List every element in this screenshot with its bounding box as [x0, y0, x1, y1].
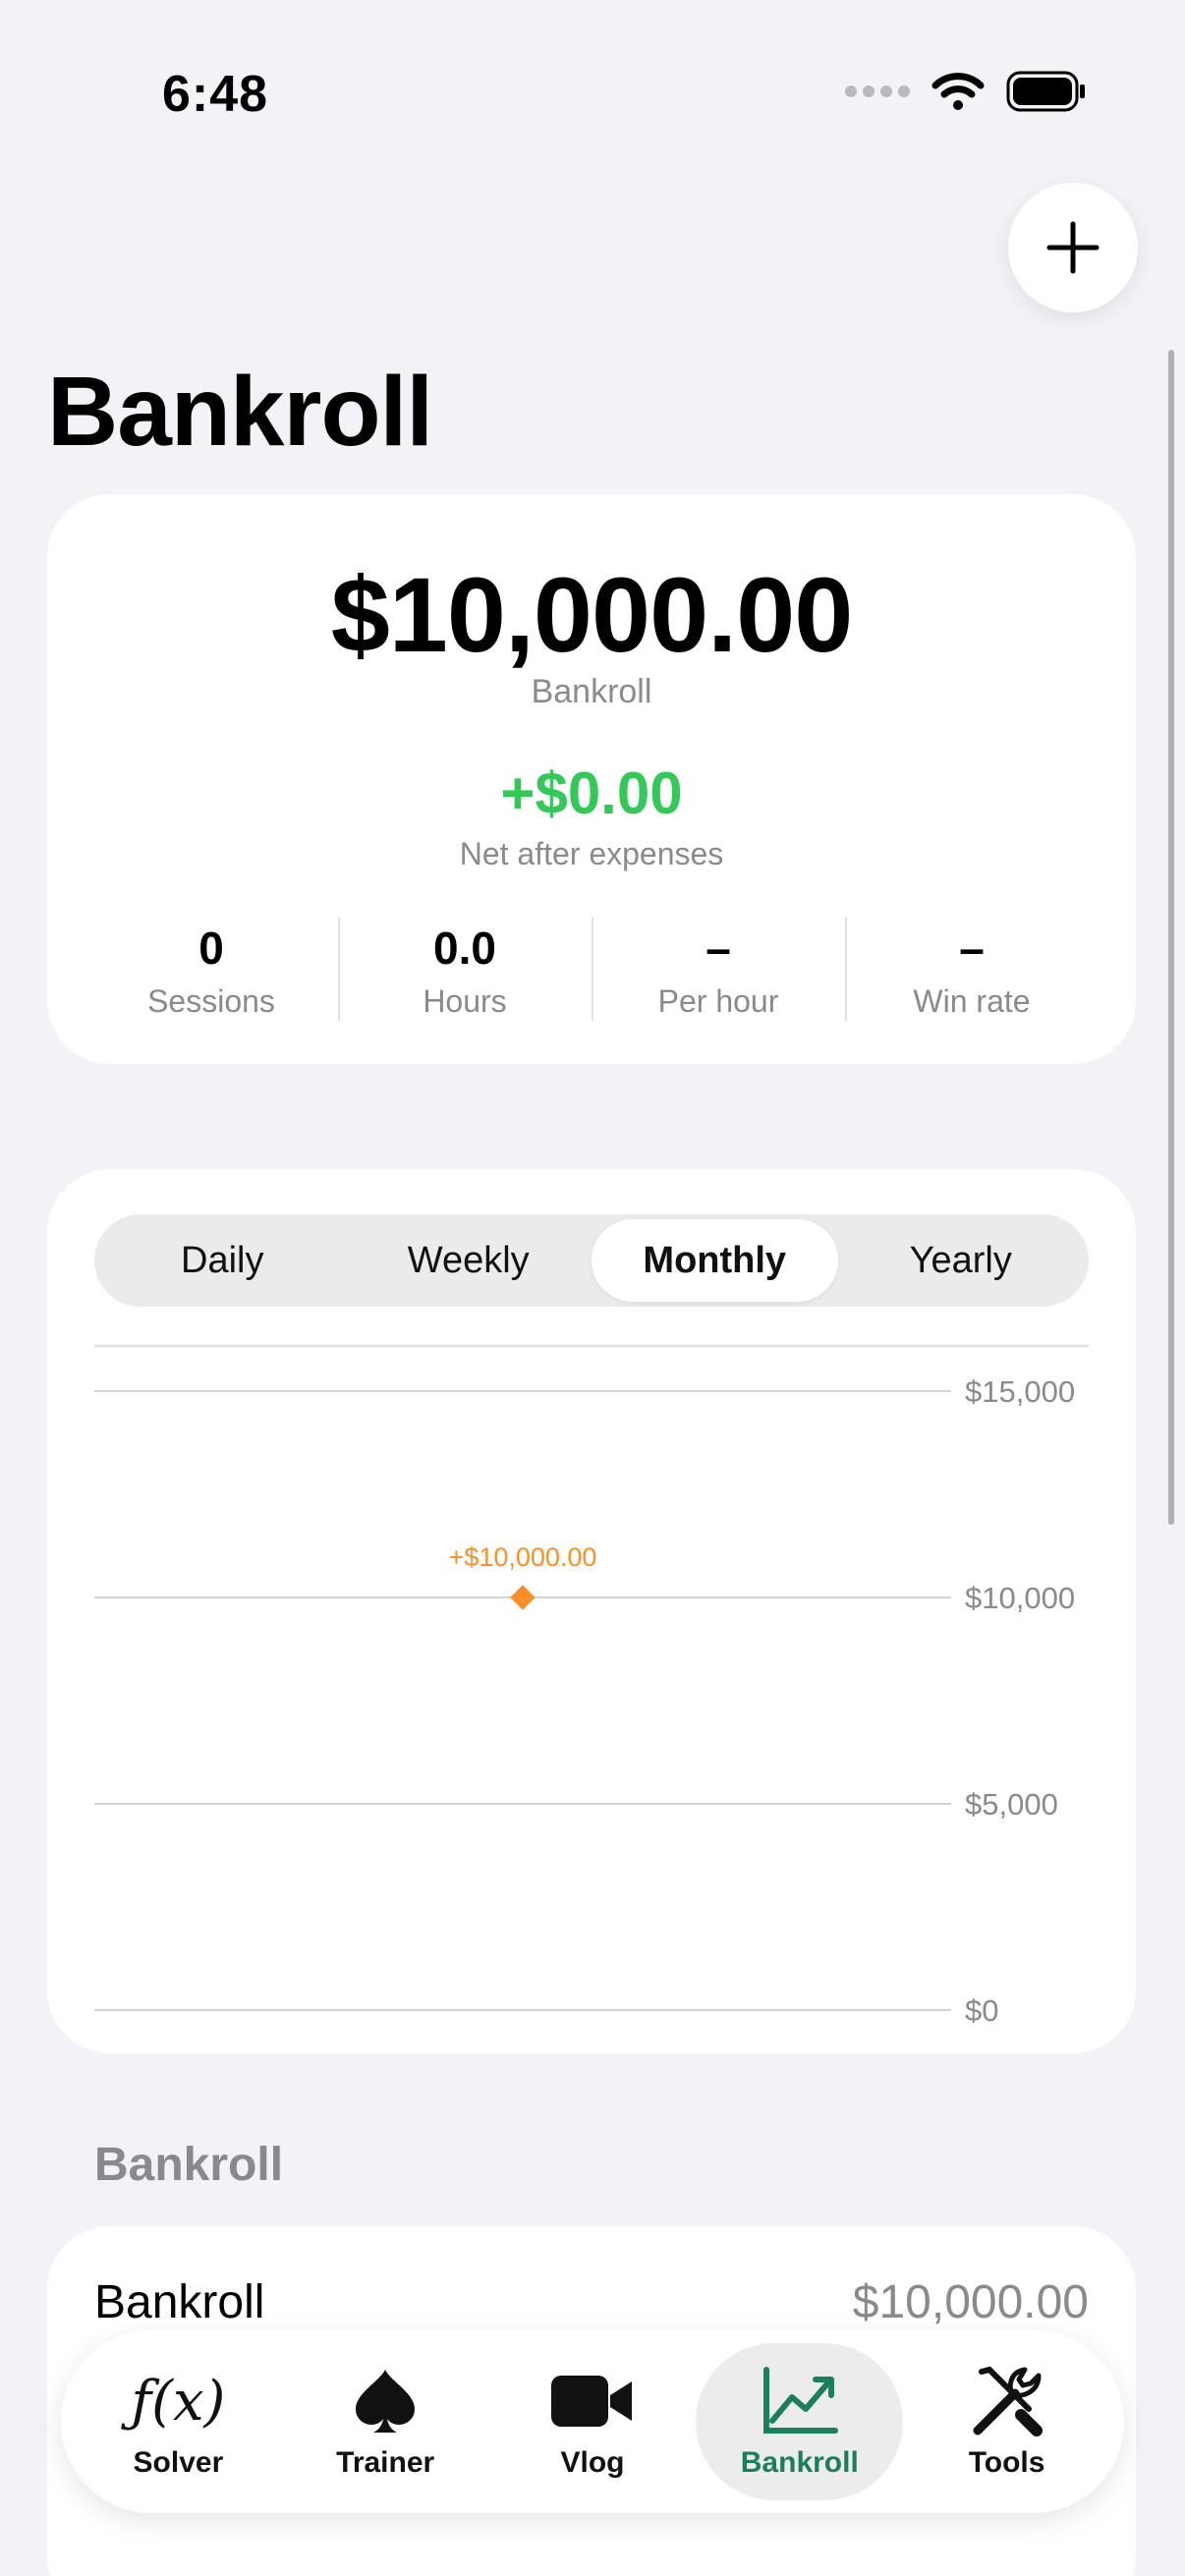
bankroll-summary-card: $10,000.00 Bankroll +$0.00 Net after exp… — [47, 494, 1136, 1064]
tab-trainer[interactable]: Trainer — [282, 2343, 489, 2500]
list-row-label[interactable]: Bankroll — [94, 2275, 264, 2329]
tab-bankroll[interactable]: Bankroll — [696, 2343, 904, 2500]
y-tick-label: $15,000 — [965, 1374, 1075, 1409]
stat-value: 0 — [198, 923, 224, 974]
net-label: Net after expenses — [459, 836, 724, 871]
stat-value: 0.0 — [433, 923, 496, 974]
stat-sessions: 0 Sessions — [85, 917, 338, 1021]
status-icons — [845, 71, 1087, 112]
data-point-label: +$10,000.00 — [449, 1542, 597, 1572]
stat-hours: 0.0 Hours — [338, 917, 592, 1021]
plus-icon — [1046, 221, 1100, 274]
section-header: Bankroll — [94, 2139, 284, 2191]
chart-up-icon — [761, 2364, 839, 2438]
stat-win-rate: – Win rate — [845, 917, 1099, 1021]
stats-row: 0 Sessions 0.0 Hours – Per hour – Win ra… — [85, 917, 1099, 1021]
y-tick-label: $0 — [965, 1993, 998, 2028]
stat-label: Per hour — [657, 983, 779, 1019]
spade-icon — [350, 2364, 421, 2438]
tab-vlog[interactable]: Vlog — [489, 2343, 697, 2500]
bankroll-chart-card: Daily Weekly Monthly Yearly $15,000 $10,0… — [47, 1169, 1136, 2053]
stat-value: – — [705, 923, 731, 974]
battery-icon — [1006, 71, 1085, 112]
tab-label: Vlog — [560, 2446, 625, 2479]
stat-per-hour: – Per hour — [592, 917, 845, 1021]
net-amount: +$0.00 — [500, 760, 683, 826]
stat-value: – — [959, 923, 985, 974]
stat-label: Hours — [423, 983, 507, 1019]
scroll-indicator[interactable] — [1168, 350, 1174, 1525]
cellular-signal-icon — [845, 85, 910, 97]
wifi-icon — [931, 73, 985, 110]
bankroll-amount-label: Bankroll — [531, 673, 652, 710]
function-icon: ƒ(x) — [131, 2369, 226, 2434]
video-camera-icon — [549, 2364, 636, 2438]
tab-label: Tools — [968, 2446, 1045, 2479]
list-row-value: $10,000.00 — [852, 2276, 1089, 2328]
tools-icon — [968, 2364, 1046, 2438]
y-tick-label: $5,000 — [965, 1787, 1058, 1821]
stat-label: Sessions — [147, 983, 275, 1019]
stat-label: Win rate — [913, 983, 1031, 1019]
data-point[interactable] — [510, 1585, 536, 1610]
bankroll-chart: $15,000 $10,000 $5,000 $0 +$10,000.00 — [94, 1344, 1089, 2028]
tab-label: Solver — [133, 2446, 224, 2479]
tab-bar: ƒ(x) Solver Trainer Vlog Bankroll Tools — [61, 2330, 1124, 2513]
status-time: 6:48 — [162, 66, 269, 123]
tab-solver[interactable]: ƒ(x) Solver — [75, 2343, 282, 2500]
page-title: Bankroll — [47, 357, 433, 467]
bankroll-amount: $10,000.00 — [330, 555, 854, 674]
tab-tools[interactable]: Tools — [903, 2343, 1110, 2500]
add-session-button[interactable] — [1008, 183, 1138, 312]
y-tick-label: $10,000 — [965, 1581, 1075, 1615]
screen: 6:48 Bankroll $10,000.00 Bankroll +$0.00… — [0, 0, 1185, 2576]
tab-label: Trainer — [336, 2446, 435, 2479]
tab-label: Bankroll — [740, 2446, 859, 2479]
